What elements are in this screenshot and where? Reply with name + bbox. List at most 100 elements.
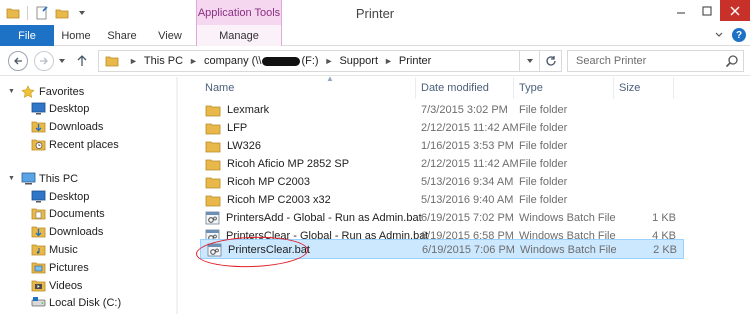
folder-icon <box>205 139 221 153</box>
column-header-type[interactable]: Type <box>514 77 614 99</box>
folder-icon <box>205 157 221 171</box>
properties-icon[interactable] <box>33 4 51 22</box>
nav-favorites[interactable]: ▼ Favorites <box>8 83 84 100</box>
folder-app-icon[interactable] <box>4 4 22 22</box>
breadcrumb-separator-icon: ► <box>129 56 138 66</box>
help-icon[interactable]: ? <box>732 28 746 42</box>
desktop-icon <box>30 190 46 204</box>
nav-local-disk[interactable]: Local Disk (C:) <box>30 294 121 311</box>
folder-icon <box>105 56 119 67</box>
nav-documents[interactable]: Documents <box>30 205 105 222</box>
file-size: 1 KB <box>652 212 676 224</box>
file-size: 2 KB <box>653 244 677 256</box>
forward-button[interactable] <box>34 51 54 71</box>
window-title: Printer <box>355 6 395 21</box>
qat-dropdown-icon[interactable] <box>73 4 91 22</box>
recent-places-icon <box>30 138 46 152</box>
nav-videos[interactable]: Videos <box>30 277 82 294</box>
file-row[interactable]: Ricoh MP C2003 x32 5/13/2016 9:40 AM Fil… <box>200 190 684 210</box>
folder-icon <box>205 103 221 117</box>
refresh-button[interactable] <box>540 50 562 72</box>
file-size <box>619 172 676 192</box>
file-size <box>619 154 676 174</box>
column-header-name[interactable]: Name ▲ <box>200 74 416 99</box>
chevron-down-icon <box>526 59 533 63</box>
file-name: PrintersClear.bat <box>228 244 310 256</box>
pictures-icon <box>30 261 46 275</box>
nav-label: Pictures <box>49 261 89 274</box>
back-button[interactable] <box>8 51 28 71</box>
file-size <box>619 136 676 156</box>
documents-icon <box>30 207 46 221</box>
file-row[interactable]: LFP 2/12/2015 11:42 AM File folder <box>200 118 684 138</box>
nav-desktop-favorite[interactable]: Desktop <box>30 100 89 117</box>
back-arrow-icon <box>14 57 22 65</box>
nav-desktop[interactable]: Desktop <box>30 188 89 205</box>
tab-home[interactable]: Home <box>54 25 98 46</box>
file-row[interactable]: LW326 1/16/2015 3:53 PM File folder <box>200 136 684 156</box>
star-icon <box>20 84 36 99</box>
nav-music[interactable]: Music <box>30 241 78 258</box>
file-row[interactable]: Ricoh MP C2003 5/13/2016 9:34 AM File fo… <box>200 172 684 192</box>
file-name: Lexmark <box>227 104 270 116</box>
address-dropdown-button[interactable] <box>520 50 540 72</box>
search-input[interactable]: Search Printer <box>567 50 744 72</box>
file-type: File folder <box>519 122 568 134</box>
expand-ribbon-icon[interactable] <box>712 28 726 42</box>
nav-label: This PC <box>39 172 79 185</box>
recent-locations-button[interactable] <box>56 51 68 71</box>
file-row-selected[interactable]: PrintersClear.bat 6/19/2015 7:06 PM Wind… <box>200 239 684 259</box>
expander-icon[interactable]: ▼ <box>8 88 16 95</box>
up-button[interactable] <box>72 51 92 71</box>
breadcrumb-support[interactable]: Support <box>339 55 378 67</box>
toolbar-divider <box>27 5 28 20</box>
file-date: 2/12/2015 11:42 AM <box>421 158 519 170</box>
file-date: 1/16/2015 3:53 PM <box>421 140 514 152</box>
file-size <box>619 100 676 120</box>
breadcrumb-this-pc[interactable]: This PC <box>144 55 183 67</box>
refresh-icon <box>545 56 556 66</box>
music-icon <box>30 243 46 257</box>
quick-access-toolbar <box>0 0 91 25</box>
nav-label: Downloads <box>49 225 104 238</box>
nav-label: Downloads <box>49 120 104 133</box>
redaction-mark <box>262 56 301 66</box>
nav-recent-places[interactable]: Recent places <box>30 136 119 153</box>
nav-downloads-favorite[interactable]: Downloads <box>30 118 103 135</box>
videos-icon <box>30 279 46 293</box>
tab-file[interactable]: File <box>0 25 54 46</box>
column-header-size[interactable]: Size <box>614 77 674 99</box>
minimize-button[interactable] <box>668 0 694 21</box>
tab-view[interactable]: View <box>146 25 194 46</box>
batch-file-icon <box>205 211 220 225</box>
nav-this-pc[interactable]: ▼ This PC <box>8 170 78 187</box>
nav-label: Favorites <box>39 85 85 98</box>
file-size <box>619 118 676 138</box>
close-button[interactable] <box>720 0 750 21</box>
file-row[interactable]: Ricoh Aficio MP 2852 SP 2/12/2015 11:42 … <box>200 154 684 174</box>
breadcrumb-drive[interactable]: company (\\ (F:) <box>204 55 319 67</box>
tab-manage[interactable]: Manage <box>196 25 282 46</box>
file-row[interactable]: PrintersAdd - Global - Run as Admin.bat … <box>200 208 684 228</box>
nav-label: Videos <box>49 279 83 292</box>
column-header-date[interactable]: Date modified <box>416 77 514 99</box>
file-row[interactable]: Lexmark 7/3/2015 3:02 PM File folder <box>200 100 684 120</box>
expander-icon[interactable]: ▼ <box>8 175 16 182</box>
nav-pictures[interactable]: Pictures <box>30 259 89 276</box>
breadcrumb-drive-letter: (F:) <box>301 55 319 67</box>
maximize-button[interactable] <box>694 0 720 21</box>
file-type: Windows Batch File <box>519 212 616 224</box>
file-name: PrintersAdd - Global - Run as Admin.bat <box>226 212 422 224</box>
file-name: Ricoh MP C2003 x32 <box>227 194 331 206</box>
nav-label: Local Disk (C:) <box>49 296 122 309</box>
breadcrumb-printer[interactable]: Printer <box>399 55 431 67</box>
search-placeholder: Search Printer <box>576 55 647 67</box>
nav-downloads[interactable]: Downloads <box>30 223 103 240</box>
tab-share[interactable]: Share <box>98 25 146 46</box>
new-folder-icon[interactable] <box>53 4 71 22</box>
file-date: 6/19/2015 7:02 PM <box>421 212 514 224</box>
column-header-label: Type <box>519 82 543 94</box>
file-type: Windows Batch File <box>520 244 617 256</box>
search-icon <box>725 55 738 68</box>
address-bar[interactable]: ► This PC ► company (\\ (F:) ► Support ► … <box>98 50 520 72</box>
